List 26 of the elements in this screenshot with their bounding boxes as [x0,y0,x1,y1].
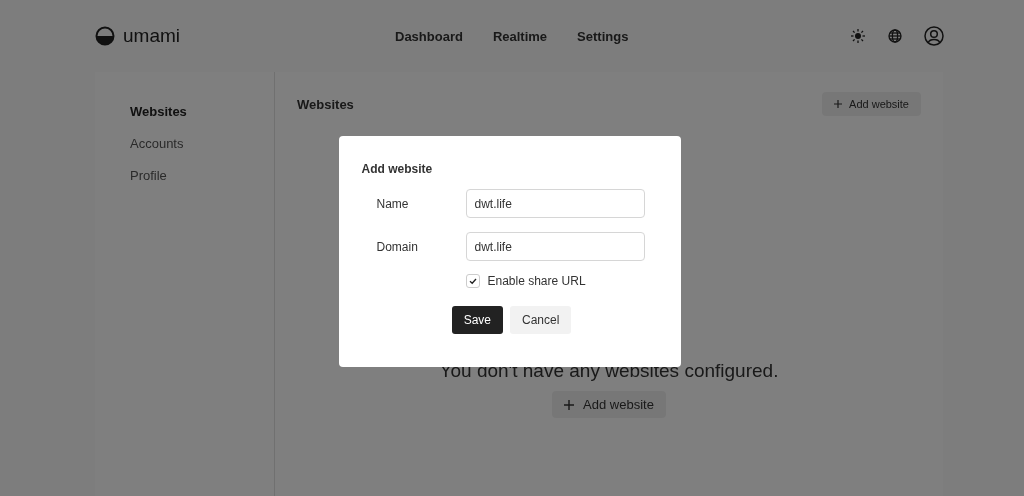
save-button[interactable]: Save [451,306,503,334]
checkbox-label: Enable share URL [487,274,586,288]
input-field[interactable]: dwt.life [465,189,645,218]
plus-icon [564,399,575,410]
nav-link[interactable]: Realtime [492,28,548,44]
nav-link[interactable]: Settings [577,28,629,44]
field-label: Domain [375,239,419,254]
globe-icon[interactable] [888,29,902,43]
sidebar-item[interactable]: Websites [130,104,274,119]
sidebar-item[interactable]: Accounts [130,136,274,151]
sidebar-item[interactable]: Profile [130,168,274,183]
check-icon [467,276,478,286]
user-icon[interactable] [924,26,944,46]
nav-link[interactable]: Dashboard [395,28,463,44]
logo-text: umami [123,25,180,47]
checkbox[interactable] [465,274,480,288]
field-label: Name [375,196,410,211]
cancel-button[interactable]: Cancel [510,306,572,334]
dialog-title: Add website [361,162,434,176]
logo-icon [95,26,115,46]
theme-icon[interactable] [850,28,866,44]
add-website-button[interactable]: Add website [822,92,921,116]
plus-icon [834,100,843,108]
add-website-button[interactable]: Add website [552,391,666,418]
page-title: Websites [297,96,354,112]
input-field[interactable]: dwt.life [465,232,645,261]
